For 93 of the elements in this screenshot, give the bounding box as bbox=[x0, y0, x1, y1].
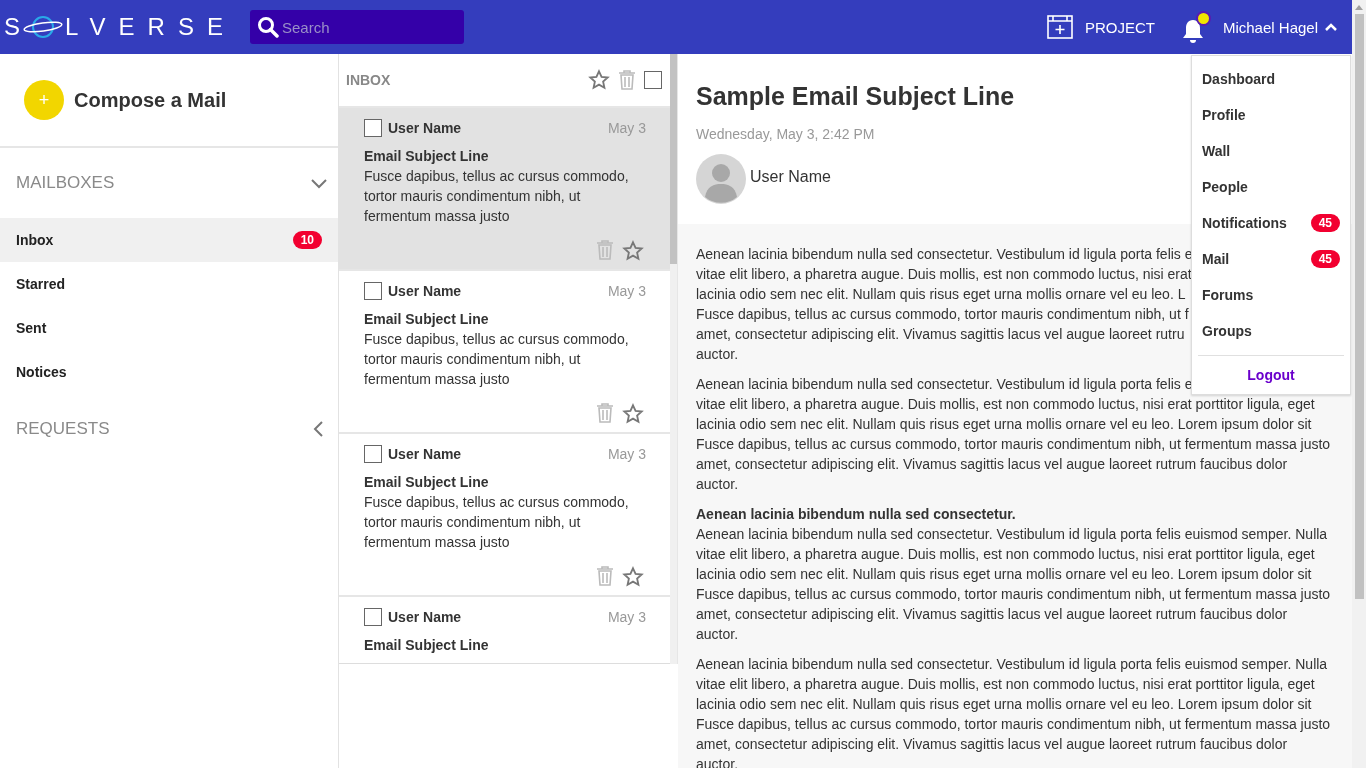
text-line: Fusce dapibus, tellus ac cursus commodo, tortor mauris condimentum nibh, ut fermentum massa justo bbox=[696, 435, 1331, 454]
mailbox-item[interactable]: Starred bbox=[0, 262, 338, 306]
bell-icon bbox=[1181, 17, 1204, 44]
message-checkbox[interactable] bbox=[364, 282, 382, 300]
star-icon[interactable] bbox=[622, 240, 644, 262]
message-preview: Fusce dapibus, tellus ac cursus commodo, tortor mauris condimentum nibh, ut fermentum massa justo bbox=[364, 167, 630, 226]
compose-label[interactable]: Compose a Mail bbox=[74, 88, 227, 112]
menu-item[interactable]: Groups bbox=[1192, 313, 1350, 349]
count-badge: 10 bbox=[292, 231, 322, 249]
calendar-plus-icon bbox=[1046, 15, 1073, 39]
menu-item[interactable]: Dashboard bbox=[1192, 61, 1350, 97]
text-line: Fusce dapibus, tellus ac cursus commodo, tortor mauris condimentum nibh, ut fermentum massa justo bbox=[696, 715, 1331, 734]
count-badge: 45 bbox=[1310, 214, 1340, 232]
menu-item[interactable]: Notifications 45 bbox=[1192, 205, 1350, 241]
user-menu-button[interactable]: Michael Hagel bbox=[1222, 18, 1338, 36]
text-line: lacinia odio sem nec elit. Nullam quis risus eget urna mollis ornare vel eu leo. Lorem ipsum dolor sit bbox=[696, 415, 1312, 434]
mailbox-item[interactable]: Notices bbox=[0, 350, 338, 394]
star-icon[interactable] bbox=[622, 403, 644, 425]
menu-label: Forums bbox=[1202, 287, 1254, 303]
inbox-title: INBOX bbox=[346, 72, 392, 88]
text-line: Fusce dapibus, tellus ac cursus commodo, tortor mauris condimentum nibh, ut f bbox=[696, 305, 1189, 324]
text-line: auctor. bbox=[696, 625, 739, 644]
email-date: Wednesday, May 3, 2:42 PM bbox=[696, 126, 876, 142]
scrollbar[interactable] bbox=[1352, 0, 1366, 768]
message-subject: Email Subject Line bbox=[364, 636, 490, 655]
menu-item[interactable]: Forums bbox=[1192, 277, 1350, 313]
logout-link[interactable]: Logout bbox=[1247, 367, 1295, 383]
count-badge: 45 bbox=[1310, 250, 1340, 268]
menu-label: Notifications bbox=[1202, 215, 1287, 231]
message-preview: Fusce dapibus, tellus ac cursus commodo, tortor mauris condimentum nibh, ut fermentum massa justo bbox=[364, 330, 630, 389]
text-line: lacinia odio sem nec elit. Nullam quis risus eget urna mollis ornare vel eu leo. L bbox=[696, 285, 1186, 304]
message-checkbox[interactable] bbox=[364, 119, 382, 137]
mailbox-label: Inbox bbox=[16, 232, 54, 248]
mailbox-item[interactable]: Sent bbox=[0, 306, 338, 350]
menu-label: Mail bbox=[1202, 251, 1230, 267]
section-title[interactable]: REQUESTS bbox=[16, 419, 110, 439]
message-preview: Fusce dapibus, tellus ac cursus commodo, tortor mauris condimentum nibh, ut fermentum massa justo bbox=[364, 493, 630, 552]
text-line: vitae elit libero, a pharetra augue. Duis mollis, est non commodo luctus, nisi erat porttitor ligula, eget bbox=[696, 395, 1315, 414]
email-subject: Sample Email Subject Line bbox=[696, 82, 1016, 111]
scrollbar[interactable] bbox=[670, 54, 677, 664]
mailbox-item[interactable]: Inbox 10 bbox=[0, 218, 338, 262]
message-checkbox[interactable] bbox=[364, 445, 382, 463]
text-line: Fusce dapibus, tellus ac cursus commodo, tortor mauris condimentum nibh, ut fermentum massa justo bbox=[696, 585, 1331, 604]
message-subject: Email Subject Line bbox=[364, 310, 490, 329]
star-icon[interactable] bbox=[588, 69, 610, 91]
menu-label: Groups bbox=[1202, 323, 1252, 339]
message-item[interactable]: User Name May 3 Email Subject Line Fusce dapibus, tellus ac cursus commodo, tortor mauris condimentum nibh, ut fermentum massa justo bbox=[339, 108, 670, 271]
message-date: May 3 bbox=[607, 120, 646, 136]
select-all-checkbox[interactable] bbox=[644, 71, 662, 89]
project-button[interactable]: PROJECT bbox=[1046, 15, 1155, 39]
avatar-icon bbox=[696, 154, 746, 204]
text-line: lacinia odio sem nec elit. Nullam quis risus eget urna mollis ornare vel eu leo. Lorem ipsum dolor sit bbox=[696, 565, 1312, 584]
text-line: amet, consectetur adipiscing elit. Vivamus sagittis lacus vel augue laoreet rutrum faucibus dolor bbox=[696, 455, 1288, 474]
text-line: lacinia odio sem nec elit. Nullam quis risus eget urna mollis ornare vel eu leo. Lorem ipsum dolor sit bbox=[696, 695, 1312, 714]
message-date: May 3 bbox=[607, 283, 646, 299]
logo-text: LVERSE bbox=[65, 13, 236, 41]
menu-item[interactable]: Wall bbox=[1192, 133, 1350, 169]
menu-item[interactable]: People bbox=[1192, 169, 1350, 205]
search-field[interactable]: Search bbox=[249, 10, 464, 44]
paragraph-heading: Aenean lacinia bibendum nulla sed consectetur. bbox=[696, 505, 1016, 524]
text-line: amet, consectetur adipiscing elit. Vivamus sagittis lacus vel augue laoreet rutrum faucibus dolor bbox=[696, 735, 1288, 754]
notifications-button[interactable] bbox=[1181, 10, 1211, 44]
planet-icon bbox=[23, 15, 63, 39]
mailbox-label: Starred bbox=[16, 276, 66, 292]
menu-label: Wall bbox=[1202, 143, 1231, 159]
sender-name: User Name bbox=[388, 283, 463, 299]
menu-label: People bbox=[1202, 179, 1248, 195]
text-line: vitae elit libero, a pharetra augue. Duis mollis, est non commodo luctus, nisi erat bbox=[696, 265, 1192, 284]
message-checkbox[interactable] bbox=[364, 608, 382, 626]
mailbox-label: Sent bbox=[16, 320, 47, 336]
menu-label: Dashboard bbox=[1202, 71, 1276, 87]
message-subject: Email Subject Line bbox=[364, 147, 490, 166]
text-line: Aenean lacinia bibendum nulla sed consectetur. Vestibulum id ligula porta felis euismod semper. Nulla bbox=[696, 655, 1328, 674]
text-line: auctor. bbox=[696, 475, 739, 494]
text-line: auctor. bbox=[696, 345, 739, 364]
sender-name: User Name bbox=[750, 168, 831, 186]
message-subject: Email Subject Line bbox=[364, 473, 490, 492]
text-line: vitae elit libero, a pharetra augue. Duis mollis, est non commodo luctus, nisi erat porttitor ligula, eget bbox=[696, 675, 1315, 694]
text-line: amet, consectetur adipiscing elit. Vivamus sagittis lacus vel augue laoreet rutrum faucibus dolor bbox=[696, 605, 1288, 624]
menu-label: Profile bbox=[1202, 107, 1246, 123]
sender-name: User Name bbox=[388, 120, 463, 136]
mailbox-label: Notices bbox=[16, 364, 67, 380]
star-icon[interactable] bbox=[622, 566, 644, 588]
message-date: May 3 bbox=[607, 609, 646, 625]
text-line: Aenean lacinia bibendum nulla sed consectetur. Vestibulum id ligula porta felis euismod semper. Nulla bbox=[696, 525, 1328, 544]
text-line: amet, consectetur adipiscing elit. Vivamus sagittis lacus vel augue laoreet rutru bbox=[696, 325, 1185, 344]
sender-name: User Name bbox=[388, 609, 463, 625]
message-date: May 3 bbox=[607, 446, 646, 462]
menu-item[interactable]: Mail 45 bbox=[1192, 241, 1350, 277]
text-line: vitae elit libero, a pharetra augue. Duis mollis, est non commodo luctus, nisi erat porttitor ligula, eget bbox=[696, 545, 1315, 564]
menu-item[interactable]: Profile bbox=[1192, 97, 1350, 133]
logo-text: S bbox=[4, 13, 33, 41]
sender-name: User Name bbox=[388, 446, 463, 462]
